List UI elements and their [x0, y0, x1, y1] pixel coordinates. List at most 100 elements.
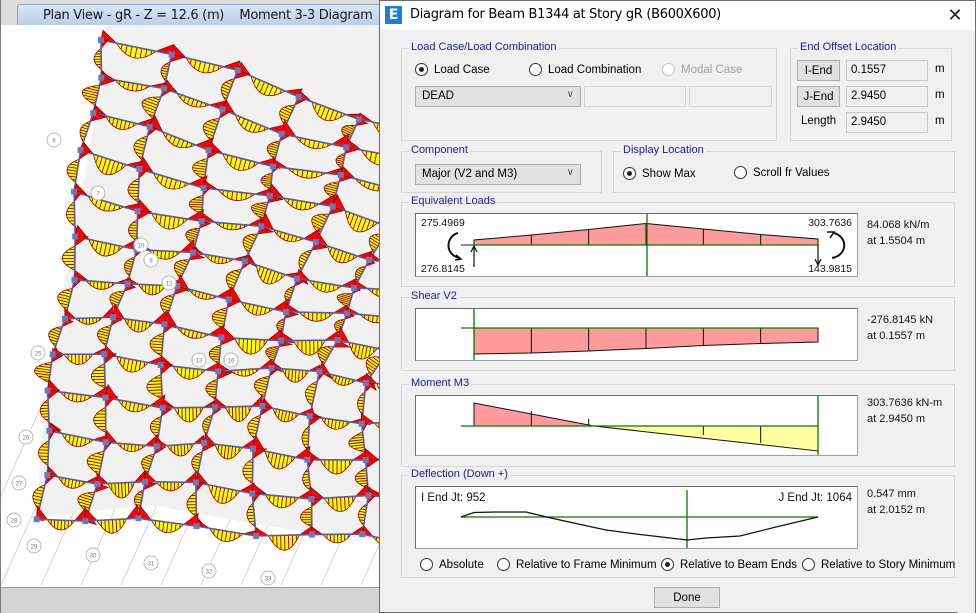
load-top-right-value: 303.7636	[808, 217, 852, 229]
joint-marker	[134, 208, 141, 215]
joint-marker	[351, 284, 358, 291]
plan-view-status-area	[1, 587, 381, 613]
load-case-select[interactable]: DEAD ∨	[415, 86, 581, 107]
joint-marker	[77, 147, 84, 154]
moment-hatch	[357, 402, 364, 405]
beam-line	[73, 236, 77, 280]
joint-marker	[159, 404, 166, 411]
length-unit: m	[935, 115, 945, 127]
display-location-group-legend: Display Location	[621, 144, 706, 156]
joint-marker	[44, 472, 51, 479]
component-group: Component Major (V2 and M3) ∨	[401, 144, 602, 193]
moment-hatch	[372, 315, 374, 323]
radio-show-max[interactable]: Show Max	[623, 167, 696, 180]
grid-bubble-label: 31	[148, 562, 155, 568]
equivalent-loads-plot: 275.4969 276.8145 303.7636 143.9815	[415, 213, 858, 277]
radio-relative-story-min[interactable]: Relative to Story Minimum	[802, 558, 955, 571]
moment-hatch	[192, 199, 203, 201]
done-button[interactable]: Done	[654, 587, 720, 608]
radio-show-max-indicator	[623, 167, 636, 180]
moment-hatch	[104, 520, 106, 531]
joint-marker	[362, 379, 369, 386]
component-group-legend: Component	[409, 144, 470, 156]
moment-hatch	[301, 370, 304, 379]
joint-marker	[168, 51, 175, 58]
joint-marker	[124, 280, 131, 287]
moment-hatch	[187, 444, 189, 452]
deflection-location: at 2.0152 m	[867, 504, 926, 516]
i-end-button[interactable]: I-End	[797, 60, 840, 81]
shear-value: -276.8145 kN	[867, 314, 934, 326]
load-case-group: Load Case/Load Combination Load Case Loa…	[401, 41, 777, 141]
grid-bubble-label: 29	[31, 545, 38, 551]
joint-marker	[153, 443, 160, 450]
display-location-group: Display Location Show Max Scroll fr Valu…	[613, 144, 955, 193]
shear-plot	[415, 308, 858, 361]
joint-marker	[102, 394, 109, 401]
joint-marker	[46, 427, 53, 434]
grid-bubble-label: 25	[35, 352, 42, 358]
joint-marker	[362, 457, 369, 464]
shear-location: at 0.1557 m	[867, 330, 926, 342]
equivalent-loads-diagram	[447, 214, 846, 276]
radio-scroll-values[interactable]: Scroll fr Values	[734, 166, 829, 179]
joint-marker	[358, 420, 365, 427]
close-button[interactable]: ✕	[935, 1, 975, 30]
moment-hatch	[104, 282, 106, 290]
radio-modal-case: Modal Case	[662, 63, 742, 76]
joint-marker	[308, 495, 315, 502]
joint-marker	[71, 188, 78, 195]
radio-load-case-label: Load Case	[434, 63, 490, 76]
joint-marker	[366, 256, 373, 263]
joint-marker	[44, 387, 51, 394]
moment-hatch	[148, 389, 162, 391]
moment-hatch	[100, 281, 102, 290]
moment-hatch	[357, 405, 364, 408]
radio-absolute[interactable]: Absolute	[420, 558, 484, 571]
joint-marker	[308, 531, 315, 538]
dialog-titlebar[interactable]: E Diagram for Beam B1344 at Story gR (B6…	[380, 1, 975, 30]
radio-load-combination[interactable]: Load Combination	[529, 63, 641, 76]
joint-marker	[269, 163, 276, 170]
moment-hatch	[127, 444, 129, 451]
shear-readout: -276.8145 kN at 0.1557 m	[867, 312, 933, 344]
moment-readout: 303.7636 kN-m at 2.9450 m	[867, 395, 942, 427]
joint-marker	[205, 147, 212, 154]
moment-hatch	[242, 338, 244, 350]
joint-marker	[211, 404, 218, 411]
j-end-value-field[interactable]: 2.9450	[846, 86, 928, 107]
j-end-button[interactable]: J-End	[797, 86, 840, 107]
joint-marker	[282, 308, 289, 315]
component-select[interactable]: Major (V2 and M3) ∨	[415, 164, 581, 185]
joint-marker	[135, 515, 142, 522]
right-moment-arrow	[831, 232, 846, 259]
close-icon: ✕	[947, 5, 963, 26]
moment-positive-fill	[593, 425, 819, 452]
joint-marker	[250, 445, 257, 452]
component-select-value: Major (V2 and M3)	[422, 168, 518, 180]
load-bottom-left-value: 276.8145	[421, 263, 465, 275]
joint-marker	[258, 223, 265, 230]
grid-bubble-label: 30	[90, 554, 97, 560]
plan-view-tab[interactable]: Plan View - gR - Z = 12.6 (m) Moment 3-3…	[17, 4, 446, 25]
joint-marker	[295, 93, 302, 100]
radio-scroll-values-indicator	[734, 166, 747, 179]
i-end-unit: m	[935, 63, 945, 75]
i-end-value-field[interactable]: 0.1557	[846, 60, 928, 81]
radio-relative-beam-ends-label: Relative to Beam Ends	[680, 558, 797, 571]
radio-load-case[interactable]: Load Case	[415, 63, 490, 76]
moment-hatch	[348, 496, 350, 507]
joint-marker	[312, 239, 319, 246]
radio-relative-frame-min-indicator	[497, 558, 510, 571]
plan-view-canvas[interactable]: 6 7 8 10 12 13 16 25 26 27 28 29 30 31 32 33	[1, 25, 381, 587]
joint-marker	[218, 334, 225, 341]
joint-marker	[334, 337, 341, 344]
radio-relative-beam-ends[interactable]: Relative to Beam Ends	[661, 558, 797, 571]
radio-relative-frame-min[interactable]: Relative to Frame Minimum	[497, 558, 657, 571]
joint-marker	[306, 413, 313, 420]
joint-marker	[189, 249, 196, 256]
moment-group: Moment M3 303.7636 kN-m at 2.9450 m	[401, 377, 955, 467]
joint-marker	[266, 192, 273, 199]
shear-group: Shear V2 -276.8145 kN at 0.1557 m	[401, 290, 955, 371]
joint-marker	[219, 106, 226, 113]
